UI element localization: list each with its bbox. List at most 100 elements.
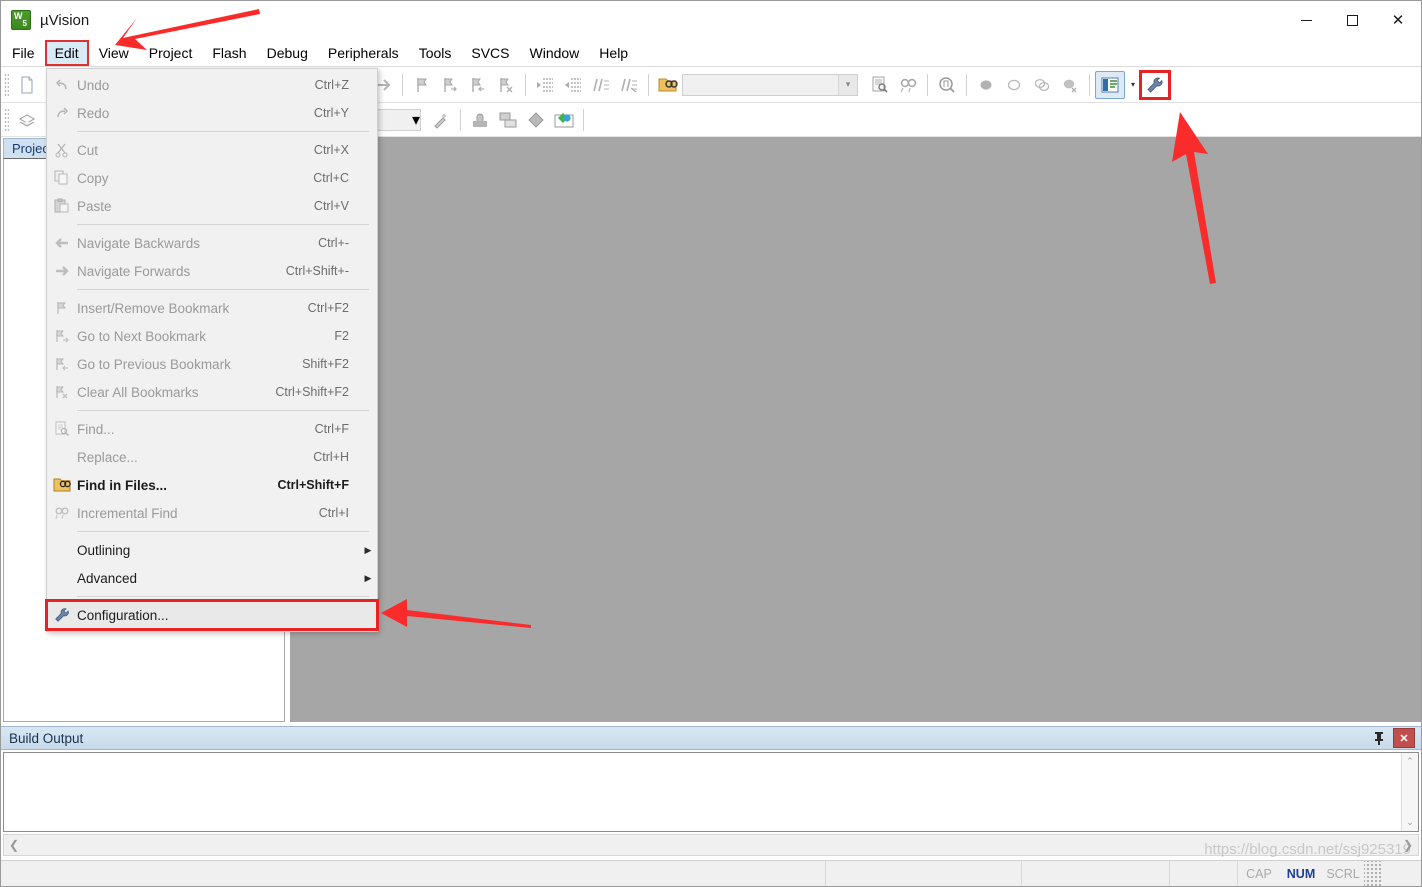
project-window-toggle[interactable] bbox=[1095, 70, 1125, 99]
configuration-button[interactable] bbox=[1139, 69, 1171, 100]
menu-item-find[interactable]: Find... Ctrl+F bbox=[47, 415, 377, 443]
menu-separator bbox=[77, 410, 369, 411]
menu-edit[interactable]: Edit bbox=[44, 39, 89, 66]
scroll-right-icon[interactable]: ❯ bbox=[1398, 838, 1418, 852]
cut-icon bbox=[47, 136, 77, 164]
disable-all-breakpoints-button[interactable] bbox=[1056, 72, 1084, 98]
menu-item-insert-remove-bookmark[interactable]: Insert/Remove Bookmark Ctrl+F2 bbox=[47, 294, 377, 322]
menu-item-paste[interactable]: Paste Ctrl+V bbox=[47, 192, 377, 220]
status-cap-indicator: CAP bbox=[1246, 866, 1272, 881]
minimize-button[interactable] bbox=[1283, 1, 1329, 39]
find-in-files-button[interactable] bbox=[654, 72, 682, 98]
menu-item-redo[interactable]: Redo Ctrl+Y bbox=[47, 99, 377, 127]
menu-item-advanced[interactable]: Advanced ▶ bbox=[47, 564, 377, 592]
menu-item-navigate-backwards[interactable]: Navigate Backwards Ctrl+- bbox=[47, 229, 377, 257]
find-search-input[interactable]: ▾ bbox=[682, 73, 858, 96]
menu-help[interactable]: Help bbox=[590, 41, 637, 65]
multi-project-button[interactable] bbox=[494, 107, 522, 133]
next-bookmark-button[interactable] bbox=[436, 72, 464, 98]
manage-project-items-button[interactable] bbox=[466, 107, 494, 133]
outlining-icon bbox=[47, 536, 77, 564]
menu-tools[interactable]: Tools bbox=[410, 41, 461, 65]
insert-bookmark-button[interactable] bbox=[408, 72, 436, 98]
uncomment-button[interactable] bbox=[615, 72, 643, 98]
outdent-button[interactable] bbox=[559, 72, 587, 98]
kill-all-breakpoints-button[interactable] bbox=[1028, 72, 1056, 98]
find-button[interactable] bbox=[866, 72, 894, 98]
status-message bbox=[1, 860, 826, 886]
menu-item-cut[interactable]: Cut Ctrl+X bbox=[47, 136, 377, 164]
menu-item-shortcut: Ctrl+Shift+F bbox=[277, 478, 349, 492]
close-icon[interactable]: ✕ bbox=[1393, 728, 1415, 748]
toolbar-grip-icon[interactable] bbox=[4, 107, 9, 132]
menu-item-copy[interactable]: Copy Ctrl+C bbox=[47, 164, 377, 192]
indent-button[interactable] bbox=[531, 72, 559, 98]
find-icon bbox=[47, 415, 77, 443]
disable-breakpoint-button[interactable] bbox=[1000, 72, 1028, 98]
pin-icon[interactable] bbox=[1369, 728, 1389, 748]
menu-item-label: Find in Files... bbox=[77, 477, 168, 493]
menu-item-shortcut: Shift+F2 bbox=[302, 357, 349, 371]
advanced-icon bbox=[47, 564, 77, 592]
menu-item-incremental-find[interactable]: Incremental Find Ctrl+I bbox=[47, 499, 377, 527]
toolbar-grip-icon[interactable] bbox=[4, 72, 9, 97]
scroll-left-icon[interactable]: ❮ bbox=[4, 838, 24, 852]
toolbar-separator bbox=[460, 108, 461, 131]
menu-debug[interactable]: Debug bbox=[258, 41, 317, 65]
build-output-text[interactable]: ⌃ ⌄ bbox=[3, 752, 1419, 832]
menu-item-label: Find... bbox=[77, 421, 115, 437]
incremental-find-icon bbox=[47, 499, 77, 527]
menu-item-label: Go to Next Bookmark bbox=[77, 328, 207, 344]
menu-item-outlining[interactable]: Outlining ▶ bbox=[47, 536, 377, 564]
menu-item-navigate-forwards[interactable]: Navigate Forwards Ctrl+Shift+- bbox=[47, 257, 377, 285]
menu-flash[interactable]: Flash bbox=[203, 41, 255, 65]
toolbar-separator bbox=[525, 73, 526, 96]
menu-svcs[interactable]: SVCS bbox=[462, 41, 518, 65]
browse-symbol-button[interactable] bbox=[933, 72, 961, 98]
menu-peripherals[interactable]: Peripherals bbox=[319, 41, 408, 65]
menu-item-replace[interactable]: Replace... Ctrl+H bbox=[47, 443, 377, 471]
options-for-target-button[interactable] bbox=[427, 107, 455, 133]
menu-view[interactable]: View bbox=[90, 41, 138, 65]
toolbar-separator bbox=[648, 73, 649, 96]
insert-breakpoint-button[interactable] bbox=[972, 72, 1000, 98]
resize-grip-icon[interactable] bbox=[1364, 860, 1382, 886]
menu-window[interactable]: Window bbox=[521, 41, 589, 65]
comment-button[interactable] bbox=[587, 72, 615, 98]
arrow-right-icon bbox=[47, 257, 77, 285]
menu-item-shortcut: Ctrl+C bbox=[313, 171, 349, 185]
menu-item-undo[interactable]: Undo Ctrl+Z bbox=[47, 71, 377, 99]
window-title: µVision bbox=[40, 11, 90, 29]
pack-installer-button[interactable] bbox=[550, 107, 578, 133]
menu-item-go-to-previous-bookmark[interactable]: Go to Previous Bookmark Shift+F2 bbox=[47, 350, 377, 378]
bookmark-next-icon bbox=[47, 322, 77, 350]
chevron-down-icon[interactable]: ▾ bbox=[1125, 72, 1141, 98]
target-select-icon[interactable] bbox=[13, 107, 41, 133]
prev-bookmark-button[interactable] bbox=[464, 72, 492, 98]
menu-item-label: Replace... bbox=[77, 449, 138, 465]
menu-item-shortcut: Ctrl+- bbox=[318, 236, 349, 250]
menu-item-configuration[interactable]: Configuration... bbox=[45, 599, 379, 631]
menu-file[interactable]: File bbox=[3, 41, 44, 65]
build-output-title: Build Output bbox=[9, 730, 84, 746]
menu-project[interactable]: Project bbox=[140, 41, 202, 65]
toolbar-separator bbox=[402, 73, 403, 96]
close-button[interactable]: ✕ bbox=[1375, 1, 1421, 39]
batch-build-button[interactable] bbox=[522, 107, 550, 133]
new-file-button[interactable] bbox=[13, 72, 41, 98]
editor-client-area[interactable] bbox=[290, 137, 1421, 722]
clear-bookmarks-button[interactable] bbox=[492, 72, 520, 98]
build-output-horizontal-scrollbar[interactable]: ❮ ❯ bbox=[3, 834, 1419, 856]
menu-item-find-in-files[interactable]: Find in Files... Ctrl+Shift+F bbox=[47, 471, 377, 499]
uvision-logo-icon bbox=[11, 10, 31, 30]
menu-item-go-to-next-bookmark[interactable]: Go to Next Bookmark F2 bbox=[47, 322, 377, 350]
build-output-vertical-scrollbar[interactable]: ⌃ ⌄ bbox=[1401, 753, 1418, 831]
scroll-down-icon[interactable]: ⌄ bbox=[1402, 814, 1418, 831]
chevron-down-icon[interactable]: ▾ bbox=[838, 74, 857, 95]
scroll-up-icon[interactable]: ⌃ bbox=[1402, 753, 1418, 770]
menu-item-clear-all-bookmarks[interactable]: Clear All Bookmarks Ctrl+Shift+F2 bbox=[47, 378, 377, 406]
chevron-down-icon[interactable]: ▾ bbox=[412, 110, 420, 130]
chevron-right-icon: ▶ bbox=[364, 544, 372, 555]
maximize-button[interactable] bbox=[1329, 1, 1375, 39]
incremental-find-button[interactable] bbox=[894, 72, 922, 98]
